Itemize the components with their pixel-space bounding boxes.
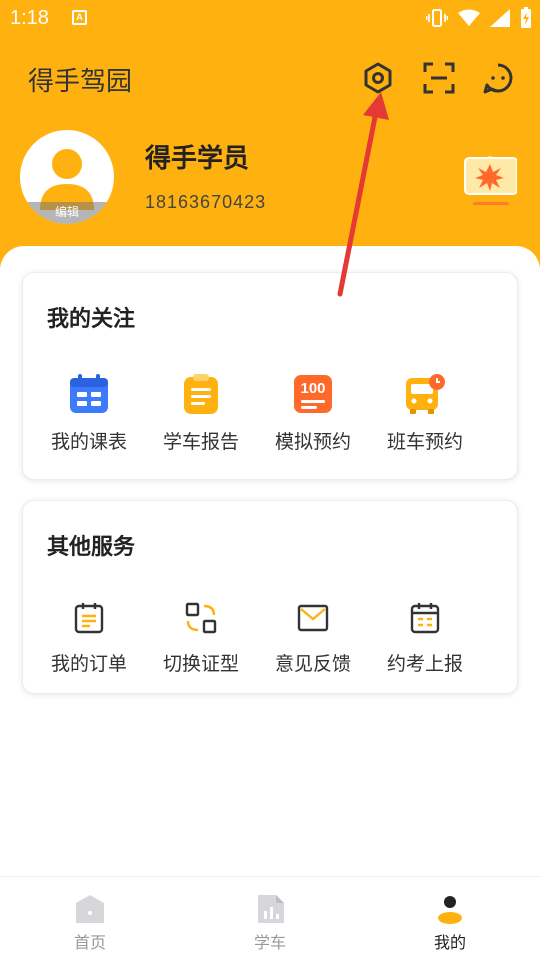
shuttle-bus-icon [404, 373, 446, 415]
scan-icon[interactable] [421, 60, 457, 96]
switch-license-icon [180, 601, 222, 635]
profile-icon [434, 893, 466, 925]
grid-label: 班车预约 [386, 431, 463, 453]
grid-item-orders[interactable]: 我的订单 [33, 601, 145, 676]
settings-icon[interactable] [360, 60, 396, 96]
other-grid: 我的订单 切换证型 意见反馈 约考上报 [23, 601, 519, 676]
user-phone: 18163670423 [145, 192, 267, 212]
tab-label: 首页 [73, 933, 106, 952]
tab-home[interactable]: 首页 [0, 877, 180, 960]
follow-section-title: 我的关注 [47, 307, 136, 332]
schedule-icon [68, 373, 110, 415]
learn-chart-icon [254, 893, 286, 925]
exam-report-calendar-icon [404, 601, 446, 635]
order-icon [68, 601, 110, 635]
tab-mine[interactable]: 我的 [360, 877, 540, 960]
user-name: 得手学员 [145, 144, 250, 174]
grid-label: 意见反馈 [274, 653, 351, 675]
avatar[interactable]: 编辑 [20, 130, 114, 224]
follow-grid: 我的课表 学车报告 100 模拟预约 班车预约 [23, 373, 519, 454]
other-section-title: 其他服务 [47, 535, 136, 560]
home-icon [74, 893, 106, 925]
grid-item-shuttle[interactable]: 班车预约 [369, 373, 481, 454]
vibrate-icon [426, 9, 448, 27]
signal-icon [490, 9, 510, 27]
tab-label: 学车 [253, 933, 286, 952]
grid-item-schedule[interactable]: 我的课表 [33, 373, 145, 454]
follow-card: 我的关注 我的课表 学车报告 100 模拟预约 班车预约 [22, 272, 518, 480]
grid-label: 约考上报 [386, 653, 463, 675]
tab-label: 我的 [433, 933, 466, 952]
grid-item-mock-exam[interactable]: 100 模拟预约 [257, 373, 369, 454]
status-bar: 1:18 A [0, 0, 540, 36]
tab-learn[interactable]: 学车 [180, 877, 360, 960]
grid-item-exam-report[interactable]: 约考上报 [369, 601, 481, 676]
grid-label: 切换证型 [162, 653, 239, 675]
other-services-card: 其他服务 我的订单 切换证型 意见反馈 约考上报 [22, 500, 518, 694]
feedback-mail-icon [292, 601, 334, 635]
svg-text:100: 100 [300, 380, 325, 397]
status-icons [426, 6, 532, 30]
mock-exam-100-icon: 100 [292, 373, 334, 415]
grid-label: 我的课表 [50, 431, 127, 453]
grid-label: 学车报告 [162, 431, 239, 453]
wifi-icon [458, 9, 480, 26]
membership-card-icon[interactable] [452, 141, 528, 205]
battery-icon [521, 7, 531, 28]
bottom-tab-bar: 首页 学车 我的 [0, 876, 540, 960]
status-time: 1:18 [10, 7, 49, 29]
message-icon[interactable] [480, 60, 516, 96]
app-title: 得手驾园 [28, 67, 133, 97]
grid-label: 模拟预约 [274, 431, 351, 453]
notification-icon: A [72, 10, 87, 25]
grid-item-report[interactable]: 学车报告 [145, 373, 257, 454]
grid-item-switch-license[interactable]: 切换证型 [145, 601, 257, 676]
report-icon [180, 373, 222, 415]
grid-label: 我的订单 [50, 653, 127, 675]
avatar-edit-label[interactable]: 编辑 [20, 202, 114, 224]
grid-item-feedback[interactable]: 意见反馈 [257, 601, 369, 676]
